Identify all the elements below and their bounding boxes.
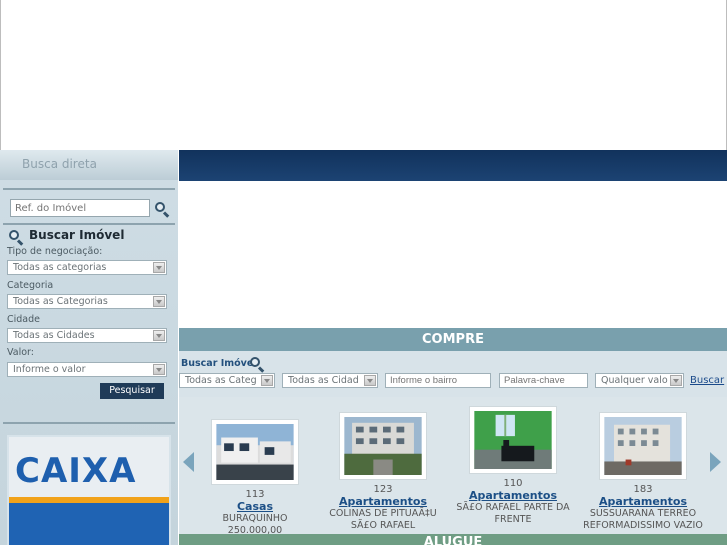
interior-photo [474,411,552,469]
value-value: Qualquer valo [601,375,668,386]
chevron-down-icon[interactable] [670,375,682,386]
compre-title: COMPRE [422,332,484,347]
listing-type-link[interactable]: Apartamentos [448,489,578,502]
listing-photo[interactable] [211,419,299,485]
listing-type-link[interactable]: Apartamentos [318,495,448,508]
listing-photo[interactable] [599,412,687,480]
listing-desc: SUSSUARANA TERREO [589,508,697,519]
ref-input[interactable] [10,199,150,217]
listing-type-link[interactable]: Casas [190,500,320,513]
caixa-banner[interactable]: CAIXA [7,435,171,545]
listing-card[interactable]: 123 Apartamentos COLINAS DE PITUAÃ‡U SÃ£… [318,412,448,532]
city-label: Cidade [7,314,40,325]
page: Busca direta Buscar Imóvel Tipo de negoc… [0,0,727,545]
listing-count: 123 [373,484,393,495]
city-select[interactable]: Todas as Cidades [7,328,167,343]
listing-card[interactable]: 113 Casas BURAQUINHO 250.000,00 [190,419,320,537]
sidebar: Busca direta Buscar Imóvel Tipo de negoc… [0,150,178,545]
chevron-down-icon[interactable] [364,375,376,386]
listing-photo[interactable] [339,412,427,480]
buscar-imovel-label: Buscar Imóvel [181,358,257,369]
value-select[interactable]: Qualquer valo [595,373,684,388]
listing-desc: REFORMADISSIMO VAZIO [583,520,703,531]
search-icon [249,356,265,373]
value-select[interactable]: Informe o valor [7,362,167,377]
negotiation-type-select[interactable]: Todas as categorias [7,260,167,275]
house-photo [216,424,294,480]
chevron-down-icon[interactable] [153,364,165,375]
divider [3,188,175,190]
search-icon[interactable] [154,201,170,218]
header-band [179,150,727,181]
compre-section-header: COMPRE [179,328,727,351]
caixa-logo: CAIXA [15,451,137,491]
listing-count: 113 [245,489,265,500]
listing-photo[interactable] [469,406,557,474]
keyword-input[interactable] [499,373,588,388]
buscar-link[interactable]: Buscar [690,375,724,386]
search-icon [8,229,24,246]
apartment-photo [344,417,422,475]
caixa-stripe [9,497,169,503]
category-select[interactable]: Todas as Categorias [7,294,167,309]
pesquisar-button[interactable]: Pesquisar [100,383,164,399]
arrow-right-icon[interactable] [710,452,721,472]
listing-count: 110 [503,478,523,489]
category-value: Todas as Categ [185,375,257,386]
bairro-input[interactable] [385,373,491,388]
compre-search-bar: Buscar Imóvel Todas as Categ Todas as Ci… [179,351,727,397]
divider [3,422,175,424]
listings-carousel: 113 Casas BURAQUINHO 250.000,00 123 Apar… [179,397,727,537]
listing-desc: BURAQUINHO [222,513,288,524]
buscar-imovel-heading: Buscar Imóvel [29,228,125,242]
top-banner-area [0,0,727,150]
city-select[interactable]: Todas as Cidad [282,373,378,388]
chevron-down-icon[interactable] [153,296,165,307]
listing-desc: SÃ£O RAFAEL [350,520,416,531]
city-value: Todas as Cidad [288,375,359,386]
value-value: Informe o valor [13,364,86,375]
aluguel-title: ALUGUE [423,535,483,545]
value-label: Valor: [7,347,34,358]
chevron-down-icon[interactable] [153,262,165,273]
listing-type-link[interactable]: Apartamentos [578,495,708,508]
listing-count: 183 [633,484,653,495]
category-label: Categoria [7,280,54,291]
listing-desc: SÃ£O RAFAEL PARTE DA [456,502,570,513]
listing-desc: COLINAS DE PITUAÃ‡U [329,508,437,519]
building-photo [604,417,682,475]
sidebar-header: Busca direta [0,150,178,180]
listing-desc: FRENTE [494,514,532,525]
category-select[interactable]: Todas as Categ [179,373,275,388]
negotiation-type-label: Tipo de negociação: [7,246,103,257]
aluguel-section-header: ALUGUE [179,534,727,545]
listing-card[interactable]: 183 Apartamentos SUSSUARANA TERREO REFOR… [578,412,708,532]
divider [3,223,175,225]
chevron-down-icon[interactable] [153,330,165,341]
listing-card[interactable]: 110 Apartamentos SÃ£O RAFAEL PARTE DA FR… [448,406,578,526]
city-value: Todas as Cidades [13,330,95,341]
negotiation-type-value: Todas as categorias [13,262,107,273]
chevron-down-icon[interactable] [261,375,273,386]
sidebar-title: Busca direta [22,157,97,171]
category-value: Todas as Categorias [13,296,108,307]
